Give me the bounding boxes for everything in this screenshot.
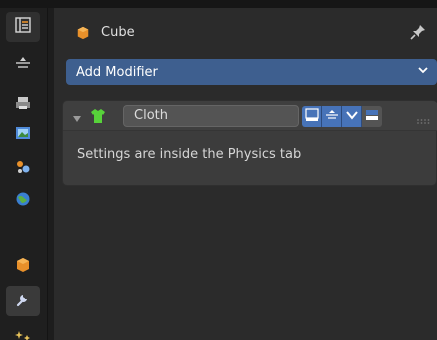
modifier-visibility-group	[302, 106, 382, 127]
tab-tool-settings[interactable]	[6, 12, 40, 42]
camera-icon	[365, 108, 379, 126]
particles-icon	[15, 329, 31, 340]
properties-editor: Cube Add Modifier Cloth Settings are ins…	[54, 8, 437, 340]
output-properties-icon	[15, 125, 31, 145]
modifier-properties-icon	[15, 291, 31, 311]
chevron-down-icon	[345, 108, 359, 126]
drag-handle-icon[interactable]	[417, 114, 431, 129]
tab-output[interactable]	[6, 120, 40, 150]
tab-particles[interactable]	[6, 324, 40, 340]
add-modifier-label: Add Modifier	[76, 64, 158, 80]
modifier-info-text: Settings are inside the Physics tab	[77, 147, 302, 162]
object-properties-icon	[15, 257, 31, 277]
tool-icon	[15, 55, 31, 75]
viewport-toggle[interactable]	[322, 106, 342, 127]
object-data-icon	[76, 26, 90, 44]
view-layer-icon	[15, 159, 31, 179]
tab-object[interactable]	[6, 252, 40, 282]
collapse-arrow-icon[interactable]	[73, 112, 81, 127]
cloth-modifier-icon	[90, 108, 106, 128]
object-name: Cube	[101, 25, 135, 40]
context-header: Cube	[54, 18, 437, 48]
tab-tool[interactable]	[6, 50, 40, 80]
chevron-down-icon	[417, 64, 429, 80]
on-cage-toggle[interactable]	[342, 106, 362, 127]
modifier-name-field[interactable]: Cloth	[123, 105, 299, 127]
tab-render[interactable]	[6, 90, 40, 120]
tool-settings-icon	[15, 17, 31, 37]
top-border	[0, 0, 437, 8]
modifier-panel: Cloth Settings are inside the Physics ta…	[62, 100, 437, 186]
render-properties-icon	[15, 95, 31, 115]
pin-icon[interactable]	[410, 24, 426, 44]
render-toggle[interactable]	[362, 106, 382, 127]
modifier-header: Cloth	[63, 101, 437, 131]
viewport-icon	[325, 108, 339, 126]
tab-world[interactable]	[6, 186, 40, 216]
add-modifier-dropdown[interactable]: Add Modifier	[66, 59, 437, 85]
tab-modifiers[interactable]	[6, 286, 40, 316]
edit-mode-icon	[304, 107, 319, 126]
tab-view-layer[interactable]	[6, 154, 40, 184]
world-properties-icon	[15, 191, 31, 211]
edit-mode-toggle[interactable]	[302, 106, 322, 127]
properties-tab-strip	[0, 8, 48, 340]
